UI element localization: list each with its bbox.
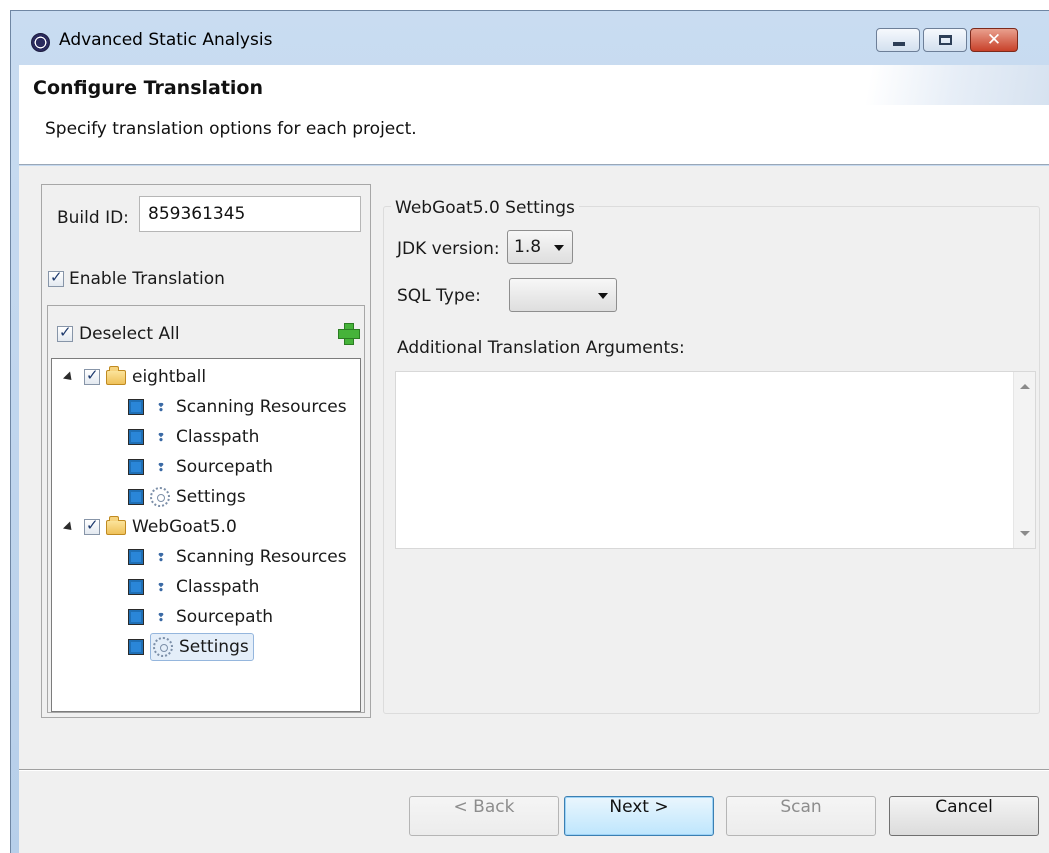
vertical-scrollbar[interactable] (1013, 372, 1035, 548)
eclipse-app-icon (31, 33, 50, 52)
tree-item-scanning-resources[interactable]: ❢ Scanning Resources (128, 543, 347, 571)
tree-checkbox[interactable] (84, 516, 100, 535)
expand-arrow-icon[interactable] (62, 370, 76, 384)
resource-icon: ❢ (156, 430, 166, 444)
project-tree[interactable]: eightball ❢ Scanning Resources ❢ Classpa… (51, 358, 361, 712)
tree-item-settings-selected[interactable]: Settings (128, 633, 254, 661)
jdk-version-value: 1.8 (514, 237, 542, 257)
tree-item-label: eightball (132, 367, 207, 387)
page-title: Configure Translation (33, 77, 264, 99)
title-bar: Advanced Static Analysis ✕ (11, 11, 1049, 65)
tree-item-sourcepath[interactable]: ❢ Sourcepath (128, 453, 273, 481)
page-description: Specify translation options for each pro… (45, 119, 417, 139)
folder-icon (106, 515, 126, 535)
tree-item-scanning-resources[interactable]: ❢ Scanning Resources (128, 393, 347, 421)
sql-type-label: SQL Type: (397, 286, 481, 306)
tree-item-label: WebGoat5.0 (132, 517, 237, 537)
settings-group-title: WebGoat5.0 Settings (391, 198, 579, 218)
wizard-body: Build ID: Enable Translation Deselect Al… (19, 166, 1049, 853)
projects-group: Deselect All eightball ❢ Scanning Resour (47, 305, 365, 713)
minimize-button[interactable] (876, 28, 920, 52)
resource-icon: ❢ (156, 550, 166, 564)
tree-checkbox[interactable] (128, 609, 144, 625)
tree-item-label: Settings (179, 637, 249, 657)
tree-checkbox[interactable] (128, 459, 144, 475)
build-id-label: Build ID: (57, 208, 129, 228)
add-project-icon[interactable] (338, 323, 360, 345)
additional-args-label: Additional Translation Arguments: (397, 338, 685, 358)
tree-checkbox[interactable] (84, 366, 100, 385)
scroll-up-icon[interactable] (1020, 384, 1030, 389)
scroll-down-icon[interactable] (1020, 531, 1030, 536)
tree-item-label: Classpath (176, 427, 260, 447)
close-button[interactable]: ✕ (970, 28, 1018, 52)
enable-translation-label: Enable Translation (69, 269, 225, 289)
header-banner (810, 65, 1049, 105)
minimize-icon (893, 42, 905, 46)
scan-button[interactable]: Scan (726, 796, 876, 836)
deselect-all-check[interactable] (57, 323, 73, 342)
tree-checkbox[interactable] (128, 579, 144, 595)
jdk-version-label: JDK version: (397, 239, 500, 259)
maximize-icon (939, 35, 952, 45)
tree-project-webgoat[interactable]: WebGoat5.0 (62, 513, 237, 541)
resource-icon: ❢ (156, 610, 166, 624)
additional-args-textarea[interactable] (395, 371, 1036, 549)
resource-icon: ❢ (156, 460, 166, 474)
tree-project-eightball[interactable]: eightball (62, 363, 207, 391)
project-panel: Build ID: Enable Translation Deselect Al… (41, 184, 371, 718)
tree-item-label: Sourcepath (176, 607, 274, 627)
chevron-down-icon (598, 293, 608, 299)
tree-item-sourcepath[interactable]: ❢ Sourcepath (128, 603, 273, 631)
tree-item-classpath[interactable]: ❢ Classpath (128, 423, 259, 451)
tree-checkbox[interactable] (128, 429, 144, 445)
tree-item-label: Settings (176, 487, 246, 507)
close-icon: ✕ (986, 30, 1002, 50)
gear-icon (153, 637, 173, 657)
wizard-header: Configure Translation Specify translatio… (19, 65, 1049, 165)
deselect-all-checkbox[interactable]: Deselect All (57, 323, 180, 344)
expand-arrow-icon[interactable] (62, 520, 76, 534)
resource-icon: ❢ (156, 400, 166, 414)
jdk-version-select[interactable]: 1.8 (507, 230, 573, 264)
folder-icon (106, 365, 126, 385)
chevron-down-icon (554, 245, 564, 251)
next-button[interactable]: Next > (564, 796, 714, 836)
tree-checkbox[interactable] (128, 489, 144, 505)
tree-checkbox[interactable] (128, 399, 144, 415)
gear-icon (150, 487, 170, 507)
tree-item-label: Scanning Resources (176, 547, 347, 567)
back-button[interactable]: < Back (409, 796, 559, 836)
sql-type-select[interactable] (509, 278, 617, 312)
tree-checkbox[interactable] (128, 549, 144, 565)
selected-tree-item[interactable]: Settings (150, 633, 254, 661)
footer-divider (19, 769, 1049, 771)
tree-item-settings[interactable]: Settings (128, 483, 246, 511)
enable-translation-check[interactable] (48, 268, 64, 287)
resource-icon: ❢ (156, 580, 166, 594)
tree-item-label: Sourcepath (176, 457, 274, 477)
build-id-input[interactable] (139, 196, 361, 232)
deselect-all-label: Deselect All (79, 324, 180, 344)
dialog-window: Advanced Static Analysis ✕ Configure Tra… (10, 10, 1049, 853)
tree-item-label: Classpath (176, 577, 260, 597)
tree-item-label: Scanning Resources (176, 397, 347, 417)
cancel-button[interactable]: Cancel (889, 796, 1039, 836)
enable-translation-checkbox[interactable]: Enable Translation (48, 268, 225, 289)
window-title: Advanced Static Analysis (59, 30, 273, 50)
tree-item-classpath[interactable]: ❢ Classpath (128, 573, 259, 601)
tree-checkbox[interactable] (128, 639, 144, 655)
maximize-button[interactable] (923, 28, 967, 52)
